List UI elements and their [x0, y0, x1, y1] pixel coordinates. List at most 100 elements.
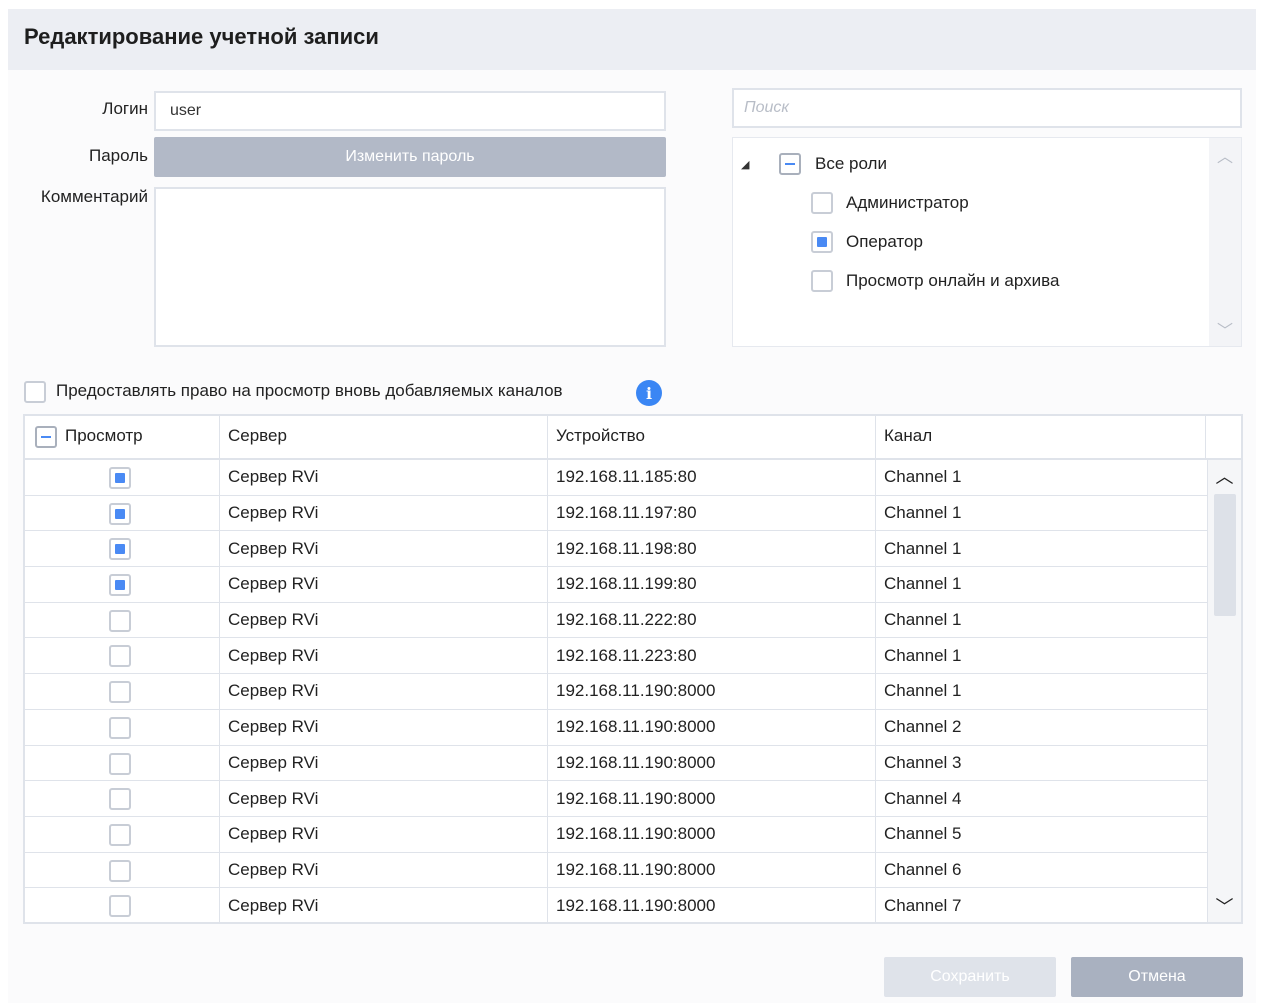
cell-server: Сервер RVi — [220, 638, 548, 674]
cell-server: Сервер RVi — [220, 602, 548, 638]
col-header-device[interactable]: Устройство — [548, 416, 876, 458]
channels-table: Просмотр Сервер Устройство Канал Сервер … — [23, 414, 1243, 924]
comment-input[interactable] — [156, 189, 664, 345]
table-scroll-thumb[interactable] — [1214, 494, 1236, 616]
cell-device: 192.168.11.223:80 — [548, 638, 876, 674]
table-row[interactable]: Сервер RVi 192.168.11.190:8000 Channel 5 — [25, 816, 1208, 853]
role-checkbox-viewer[interactable] — [811, 270, 833, 292]
cell-channel: Channel 1 — [876, 638, 1208, 674]
cell-view — [25, 495, 220, 531]
role-label-operator: Оператор — [846, 232, 923, 251]
table-row[interactable]: Сервер RVi 192.168.11.185:80 Channel 1 — [25, 460, 1208, 496]
table-scrollbar[interactable]: ︿ ﹀ — [1208, 460, 1241, 922]
select-all-checkbox[interactable] — [35, 426, 57, 448]
table-row[interactable]: Сервер RVi 192.168.11.190:8000 Channel 3 — [25, 745, 1208, 782]
cell-device: 192.168.11.197:80 — [548, 495, 876, 531]
table-row[interactable]: Сервер RVi 192.168.11.190:8000 Channel 7 — [25, 888, 1208, 922]
role-checkbox-operator[interactable] — [811, 231, 833, 253]
row-view-checkbox[interactable] — [109, 859, 131, 882]
cell-device: 192.168.11.190:8000 — [548, 852, 876, 888]
cell-server: Сервер RVi — [220, 852, 548, 888]
role-search-input[interactable] — [734, 90, 1240, 126]
all-roles-checkbox[interactable] — [779, 153, 801, 175]
cell-view — [25, 888, 220, 922]
role-checkbox-administrator[interactable] — [811, 192, 833, 214]
cell-device: 192.168.11.190:8000 — [548, 709, 876, 745]
cell-view — [25, 852, 220, 888]
cell-view — [25, 781, 220, 816]
col-header-server[interactable]: Сервер — [220, 416, 548, 458]
cell-channel: Channel 1 — [876, 567, 1208, 602]
cell-view — [25, 674, 220, 709]
cell-channel: Channel 6 — [876, 852, 1208, 888]
cell-view — [25, 745, 220, 781]
row-view-checkbox[interactable] — [109, 538, 131, 561]
cell-channel: Channel 4 — [876, 781, 1208, 816]
cell-channel: Channel 1 — [876, 460, 1208, 495]
col-header-view[interactable]: Просмотр — [25, 416, 220, 458]
row-view-checkbox[interactable] — [109, 895, 131, 918]
cell-device: 192.168.11.190:8000 — [548, 745, 876, 781]
col-header-channel[interactable]: Канал — [876, 416, 1206, 458]
cell-channel: Channel 1 — [876, 531, 1208, 567]
info-icon[interactable]: i — [636, 380, 662, 406]
table-row[interactable]: Сервер RVi 192.168.11.223:80 Channel 1 — [25, 638, 1208, 675]
dialog-header: Редактирование учетной записи — [8, 9, 1256, 70]
cell-device: 192.168.11.185:80 — [548, 460, 876, 495]
table-row[interactable]: Сервер RVi 192.168.11.199:80 Channel 1 — [25, 567, 1208, 603]
login-field-wrapper — [154, 91, 666, 131]
roles-tree: ◢ Все роли Администратор Оператор Просмо… — [732, 137, 1242, 347]
table-row[interactable]: Сервер RVi 192.168.11.190:8000 Channel 2 — [25, 709, 1208, 746]
cell-device: 192.168.11.190:8000 — [548, 781, 876, 816]
cell-channel: Channel 2 — [876, 709, 1208, 745]
cell-server: Сервер RVi — [220, 531, 548, 567]
cell-channel: Channel 3 — [876, 745, 1208, 781]
grant-new-channels-checkbox[interactable] — [24, 381, 46, 403]
cell-channel: Channel 1 — [876, 602, 1208, 638]
row-view-checkbox[interactable] — [109, 788, 131, 811]
cell-channel: Channel 7 — [876, 888, 1208, 922]
table-row[interactable]: Сервер RVi 192.168.11.197:80 Channel 1 — [25, 495, 1208, 532]
login-label: Логин — [102, 99, 148, 118]
scroll-up-icon[interactable]: ︿ — [1209, 142, 1241, 168]
cell-channel: Channel 5 — [876, 816, 1208, 852]
cancel-button[interactable]: Отмена — [1071, 957, 1243, 997]
change-password-button[interactable]: Изменить пароль — [154, 137, 666, 177]
table-row[interactable]: Сервер RVi 192.168.11.190:8000 Channel 6 — [25, 852, 1208, 889]
col-header-view-label: Просмотр — [65, 426, 143, 445]
row-view-checkbox[interactable] — [109, 645, 131, 668]
role-label-viewer: Просмотр онлайн и архива — [846, 271, 1060, 290]
table-row[interactable]: Сервер RVi 192.168.11.190:8000 Channel 4 — [25, 781, 1208, 817]
row-view-checkbox[interactable] — [109, 609, 131, 632]
table-row[interactable]: Сервер RVi 192.168.11.190:8000 Channel 1 — [25, 674, 1208, 710]
table-scroll-down-icon[interactable]: ﹀ — [1208, 892, 1241, 920]
grant-new-channels-label: Предоставлять право на просмотр вновь до… — [56, 381, 563, 400]
collapse-triangle-icon[interactable]: ◢ — [741, 158, 749, 171]
cell-server: Сервер RVi — [220, 674, 548, 709]
row-view-checkbox[interactable] — [109, 681, 131, 704]
row-view-checkbox[interactable] — [109, 716, 131, 739]
login-input[interactable] — [156, 93, 664, 129]
table-scroll-up-icon[interactable]: ︿ — [1208, 462, 1241, 490]
cell-device: 192.168.11.198:80 — [548, 531, 876, 567]
role-label-administrator: Администратор — [846, 193, 969, 212]
roles-scrollbar[interactable]: ︿ ﹀ — [1209, 138, 1241, 346]
cell-device: 192.168.11.190:8000 — [548, 674, 876, 709]
table-body: Сервер RVi 192.168.11.185:80 Channel 1 Серв… — [25, 460, 1208, 922]
row-view-checkbox[interactable] — [109, 467, 131, 489]
cell-channel: Channel 1 — [876, 674, 1208, 709]
cell-server: Сервер RVi — [220, 745, 548, 781]
cell-server: Сервер RVi — [220, 816, 548, 852]
cell-view — [25, 709, 220, 745]
scroll-down-icon[interactable]: ﹀ — [1209, 316, 1241, 342]
row-view-checkbox[interactable] — [109, 752, 131, 775]
row-view-checkbox[interactable] — [109, 823, 131, 846]
table-row[interactable]: Сервер RVi 192.168.11.222:80 Channel 1 — [25, 602, 1208, 639]
row-view-checkbox[interactable] — [109, 574, 131, 597]
cell-device: 192.168.11.190:8000 — [548, 816, 876, 852]
comment-label: Комментарий — [40, 187, 148, 206]
row-view-checkbox[interactable] — [109, 502, 131, 525]
cell-channel: Channel 1 — [876, 495, 1208, 531]
save-button[interactable]: Сохранить — [884, 957, 1056, 997]
table-row[interactable]: Сервер RVi 192.168.11.198:80 Channel 1 — [25, 531, 1208, 568]
